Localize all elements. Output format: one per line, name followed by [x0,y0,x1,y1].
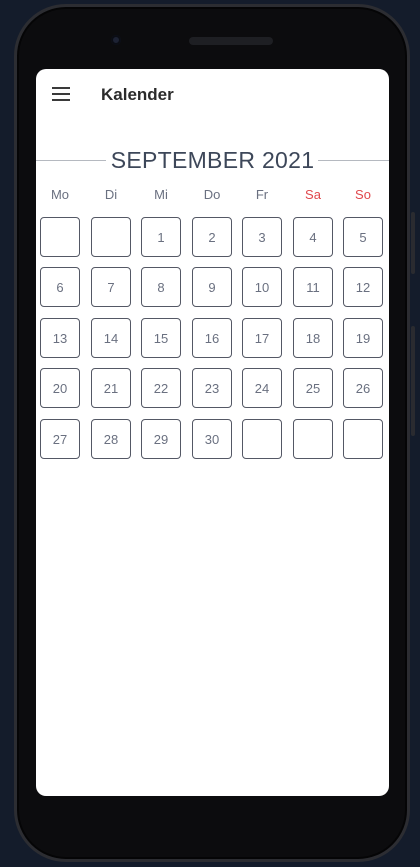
day-cell-10[interactable]: 10 [242,267,282,307]
app-bar: Kalender [36,69,389,121]
empty-day-cell [293,419,333,459]
weekday-label-so: So [355,187,371,202]
day-cell-2[interactable]: 2 [192,217,232,257]
empty-day-cell [91,217,131,257]
day-cell-24[interactable]: 24 [242,368,282,408]
day-cell-27[interactable]: 27 [40,419,80,459]
day-cell-6[interactable]: 6 [40,267,80,307]
day-cell-9[interactable]: 9 [192,267,232,307]
day-cell-12[interactable]: 12 [343,267,383,307]
day-cell-23[interactable]: 23 [192,368,232,408]
power-button [411,212,415,274]
day-cell-1[interactable]: 1 [141,217,181,257]
empty-day-cell [242,419,282,459]
day-cell-16[interactable]: 16 [192,318,232,358]
day-cell-17[interactable]: 17 [242,318,282,358]
day-cell-8[interactable]: 8 [141,267,181,307]
day-cell-19[interactable]: 19 [343,318,383,358]
day-cell-25[interactable]: 25 [293,368,333,408]
day-cell-5[interactable]: 5 [343,217,383,257]
weekday-label-sa: Sa [305,187,321,202]
day-cell-28[interactable]: 28 [91,419,131,459]
day-cell-26[interactable]: 26 [343,368,383,408]
month-title: SEPTEMBER 2021 [110,147,315,173]
volume-button [411,326,415,436]
empty-day-cell [343,419,383,459]
day-cell-14[interactable]: 14 [91,318,131,358]
day-cell-11[interactable]: 11 [293,267,333,307]
day-cell-7[interactable]: 7 [91,267,131,307]
app-title: Kalender [101,85,174,104]
day-cell-22[interactable]: 22 [141,368,181,408]
day-cell-30[interactable]: 30 [192,419,232,459]
day-cell-15[interactable]: 15 [141,318,181,358]
day-cell-29[interactable]: 29 [141,419,181,459]
weekday-label-do: Do [203,187,221,202]
weekday-label-di: Di [104,187,118,202]
hamburger-menu-icon[interactable] [52,87,70,101]
day-cell-21[interactable]: 21 [91,368,131,408]
weekday-label-fr: Fr [255,187,269,202]
day-cell-20[interactable]: 20 [40,368,80,408]
empty-day-cell [40,217,80,257]
app-screen: Kalender SEPTEMBER 2021 Mo Di Mi Do Fr Sa So 1… [36,69,389,796]
day-cell-13[interactable]: 13 [40,318,80,358]
front-camera [111,35,121,45]
weekday-label-mo: Mo [50,187,70,202]
earpiece-speaker [189,37,273,45]
day-cell-4[interactable]: 4 [293,217,333,257]
day-cell-3[interactable]: 3 [242,217,282,257]
month-header: SEPTEMBER 2021 [36,147,389,175]
day-cell-18[interactable]: 18 [293,318,333,358]
weekday-label-mi: Mi [154,187,168,202]
